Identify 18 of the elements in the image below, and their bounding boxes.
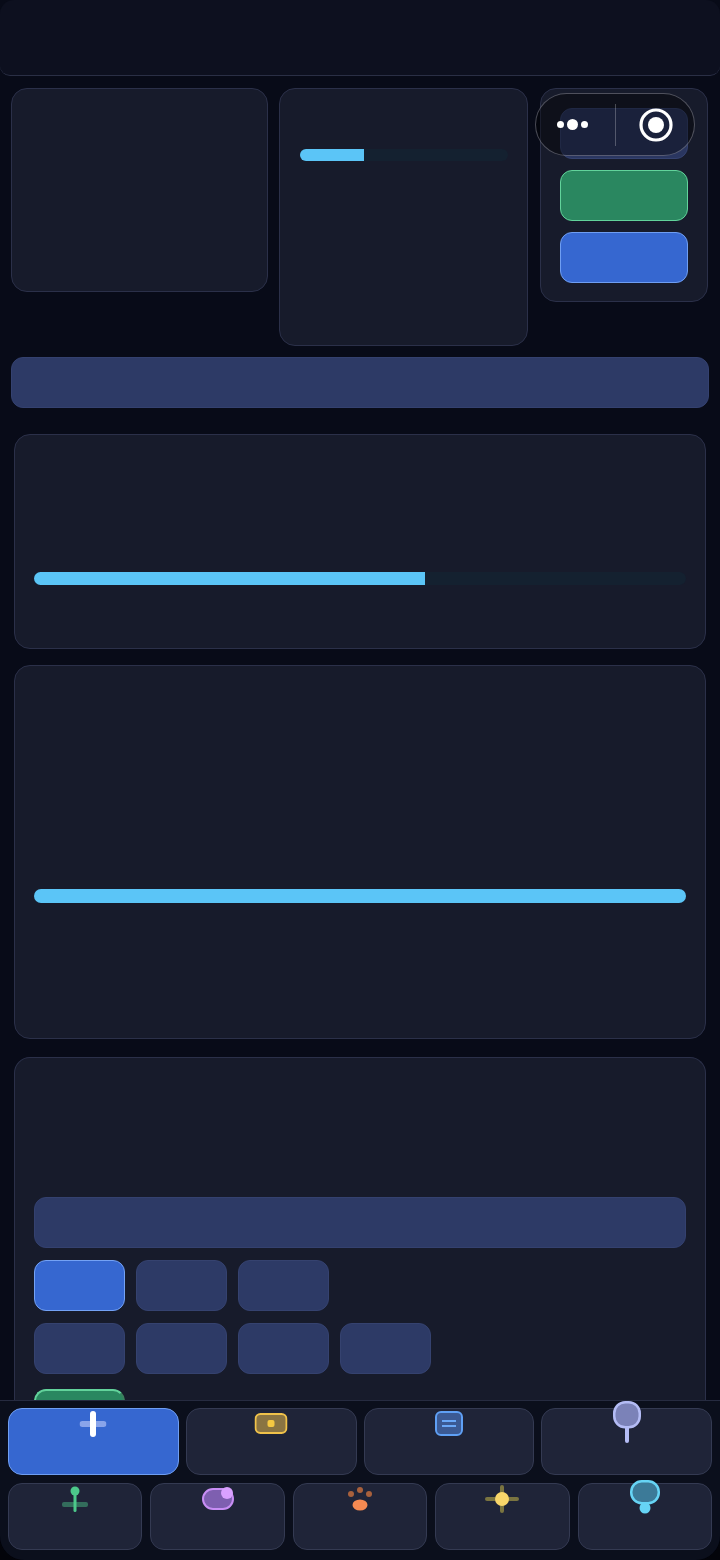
nav-tab[interactable] bbox=[150, 1483, 285, 1550]
balloon-icon bbox=[629, 1480, 660, 1514]
nav-tab[interactable] bbox=[185, 1408, 357, 1475]
nav-tab[interactable] bbox=[577, 1483, 712, 1550]
input-field[interactable] bbox=[34, 1197, 686, 1248]
more-icon[interactable] bbox=[557, 119, 588, 130]
sparkle-icon bbox=[485, 1485, 520, 1513]
pin-icon bbox=[62, 1486, 89, 1512]
nav-tab[interactable] bbox=[541, 1408, 712, 1475]
hand-mirror-icon bbox=[612, 1401, 641, 1443]
card-icon bbox=[254, 1413, 288, 1434]
option-chip[interactable] bbox=[34, 1260, 125, 1311]
pill-icon bbox=[201, 1486, 234, 1510]
target-icon[interactable] bbox=[639, 107, 673, 142]
plus-icon bbox=[79, 1411, 107, 1437]
paw-icon bbox=[347, 1487, 373, 1511]
action-button[interactable] bbox=[560, 108, 688, 159]
document-icon bbox=[434, 1411, 463, 1436]
